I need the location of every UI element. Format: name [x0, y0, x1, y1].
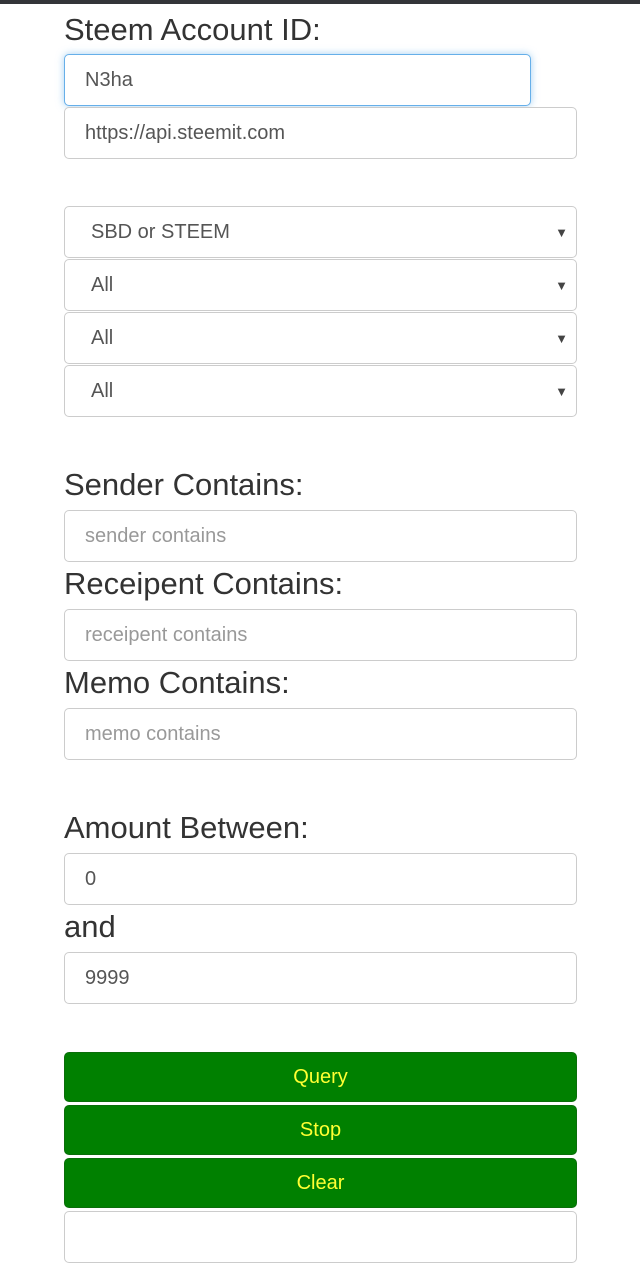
account-id-input[interactable]: N3ha: [64, 54, 531, 106]
currency-select[interactable]: SBD or STEEM ▼: [64, 206, 577, 258]
stop-button[interactable]: Stop: [64, 1105, 577, 1155]
filter-select-3[interactable]: All ▼: [64, 365, 577, 417]
account-id-value: N3ha: [85, 68, 133, 91]
amount-label: Amount Between:: [64, 810, 309, 845]
memo-placeholder: memo contains: [85, 722, 221, 745]
amount-max-input[interactable]: 9999: [64, 952, 577, 1004]
clear-button[interactable]: Clear: [64, 1158, 577, 1208]
sender-placeholder: sender contains: [85, 524, 227, 547]
sender-input[interactable]: sender contains: [64, 510, 577, 562]
dropdown-arrow-icon: ▼: [555, 277, 568, 293]
filter-select-value: All: [91, 326, 114, 349]
api-url-value: https://api.steemit.com: [85, 121, 286, 144]
dropdown-arrow-icon: ▼: [555, 383, 568, 399]
filter-select-value: All: [91, 379, 114, 402]
query-button[interactable]: Query: [64, 1052, 577, 1102]
amount-min-input[interactable]: 0: [64, 853, 577, 905]
output-area[interactable]: [64, 1211, 577, 1263]
memo-label: Memo Contains:: [64, 665, 290, 700]
and-label: and: [64, 909, 116, 944]
memo-input[interactable]: memo contains: [64, 708, 577, 760]
dropdown-arrow-icon: ▼: [555, 224, 568, 240]
dropdown-arrow-icon: ▼: [555, 330, 568, 346]
sender-label: Sender Contains:: [64, 467, 304, 502]
filter-select-1[interactable]: All ▼: [64, 259, 577, 311]
account-id-label: Steem Account ID:: [64, 12, 321, 47]
amount-min-value: 0: [85, 867, 97, 890]
recipient-placeholder: receipent contains: [85, 623, 248, 646]
recipient-input[interactable]: receipent contains: [64, 609, 577, 661]
recipient-label: Receipent Contains:: [64, 566, 344, 601]
filter-select-2[interactable]: All ▼: [64, 312, 577, 364]
filter-select-value: All: [91, 273, 114, 296]
browser-top-bar: [0, 0, 640, 4]
amount-max-value: 9999: [85, 966, 130, 989]
api-url-input[interactable]: https://api.steemit.com: [64, 107, 577, 159]
currency-select-value: SBD or STEEM: [91, 220, 230, 243]
